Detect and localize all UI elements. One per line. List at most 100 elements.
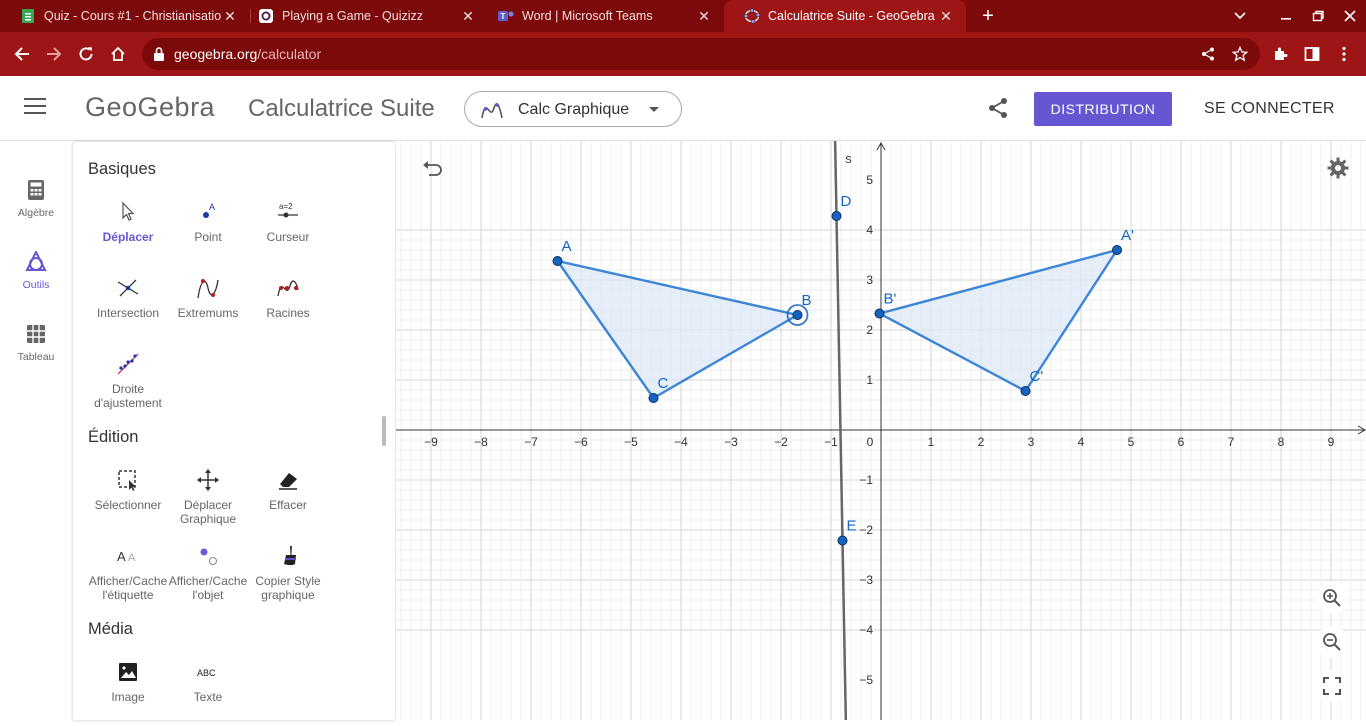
- tab-search-icon[interactable]: [1224, 0, 1256, 32]
- minimize-icon[interactable]: [1270, 0, 1302, 32]
- tool-point[interactable]: A Point: [168, 196, 248, 266]
- point-label: B': [884, 291, 897, 308]
- y-tick-label: −5: [859, 673, 873, 687]
- app-selector[interactable]: Calc Graphique: [464, 91, 682, 127]
- menu-icon[interactable]: [24, 98, 46, 116]
- best-fit-line-icon: [117, 353, 139, 375]
- panel-scrollbar[interactable]: [382, 416, 386, 446]
- rail-item-tools[interactable]: Outils: [0, 245, 72, 305]
- y-tick-label: 5: [866, 173, 873, 187]
- y-tick-label: −1: [859, 473, 873, 487]
- y-tick-label: 3: [866, 273, 873, 287]
- tool-label: Afficher/Cache l'objet: [168, 574, 248, 602]
- browser-tab[interactable]: Playing a Game - Quizizz ✕: [238, 0, 488, 32]
- tool-show-hide-object[interactable]: Afficher/Cache l'objet: [168, 540, 248, 610]
- bookmark-star-icon[interactable]: [1232, 46, 1248, 62]
- tool-move[interactable]: Déplacer: [88, 196, 168, 266]
- tool-intersection[interactable]: Intersection: [88, 272, 168, 342]
- point-icon: A: [203, 202, 215, 218]
- show-hide-object-icon: [200, 548, 217, 565]
- browser-tab[interactable]: T Word | Microsoft Teams ✕: [478, 0, 724, 32]
- graph-canvas[interactable]: −9 −8 −7 −6 −5 −4 −3 −2 −1 0 1 2 3 4 5 6 7 8 9 5 4 3 2 1 −1 −2 −3 −…: [396, 141, 1366, 720]
- quizizz-icon: [258, 8, 274, 24]
- tool-image[interactable]: Image: [88, 656, 168, 726]
- rail-item-table[interactable]: Tableau: [0, 317, 72, 377]
- calculator-icon: [28, 180, 44, 200]
- svg-text:A: A: [117, 549, 126, 564]
- x-tick-label: 2: [978, 435, 985, 449]
- url-host: geogebra.org: [174, 46, 258, 62]
- tab-title: Quiz - Cours #1 - Christianisatio: [44, 9, 222, 23]
- geogebra-icon: [744, 8, 760, 24]
- restore-icon[interactable]: [1302, 0, 1334, 32]
- extremum-icon: [197, 279, 219, 299]
- browser-tab-active[interactable]: Calculatrice Suite - GeoGebra ✕: [724, 0, 966, 32]
- tool-copy-style[interactable]: Copier Style graphique: [248, 540, 328, 610]
- x-tick-label: 5: [1128, 435, 1135, 449]
- tools-panel: Basiques Déplacer A Point a=2 Curseur In…: [73, 142, 395, 720]
- close-icon[interactable]: ✕: [222, 8, 238, 24]
- table-icon: [27, 325, 45, 343]
- tool-select[interactable]: Sélectionner: [88, 464, 168, 534]
- url-path: /calculator: [257, 46, 322, 62]
- address-bar: geogebra.org/calculator: [0, 32, 1366, 76]
- new-tab-button[interactable]: +: [976, 4, 1000, 28]
- reload-icon[interactable]: [73, 41, 99, 67]
- svg-text:A: A: [128, 552, 136, 564]
- url-field[interactable]: geogebra.org/calculator: [142, 38, 1260, 70]
- roots-icon: [277, 280, 299, 297]
- move-cursor-icon: [122, 201, 135, 221]
- tool-extremum[interactable]: Extremums: [168, 272, 248, 342]
- share-page-icon[interactable]: [1200, 46, 1216, 62]
- fullscreen-button[interactable]: [1316, 670, 1348, 702]
- graphics-view[interactable]: −9 −8 −7 −6 −5 −4 −3 −2 −1 0 1 2 3 4 5 6 7 8 9 5 4 3 2 1 −1 −2 −3 −…: [396, 141, 1366, 720]
- geogebra-logo[interactable]: GeoGebra: [85, 92, 215, 123]
- tool-label: Texte: [193, 690, 223, 704]
- back-icon[interactable]: [9, 41, 35, 67]
- undo-icon[interactable]: [420, 156, 444, 180]
- close-window-icon[interactable]: [1334, 0, 1366, 32]
- home-icon[interactable]: [105, 41, 131, 67]
- y-tick-label: 1: [866, 373, 873, 387]
- point: [792, 310, 803, 320]
- tool-slider[interactable]: a=2 Curseur: [248, 196, 328, 266]
- tool-label: Racines: [266, 306, 310, 320]
- tool-show-hide-label[interactable]: AA Afficher/Cache l'étiquette: [88, 540, 168, 610]
- browser-tab[interactable]: Quiz - Cours #1 - Christianisatio ✕: [0, 0, 250, 32]
- rail-item-algebra[interactable]: Algèbre: [0, 173, 72, 233]
- browser-menu-icon[interactable]: [1331, 41, 1357, 67]
- point-label: D: [841, 193, 852, 210]
- zoom-in-button[interactable]: [1316, 582, 1348, 614]
- share-icon[interactable]: [986, 96, 1010, 120]
- tool-roots[interactable]: Racines: [248, 272, 328, 342]
- tool-best-fit-line[interactable]: Droite d'ajustement: [88, 348, 168, 428]
- distribution-button[interactable]: DISTRIBUTION: [1034, 92, 1172, 126]
- teams-icon: T: [498, 8, 514, 24]
- x-tick-label: −8: [474, 435, 488, 449]
- close-icon[interactable]: ✕: [696, 8, 712, 24]
- gear-icon[interactable]: [1326, 156, 1350, 180]
- close-icon[interactable]: ✕: [938, 8, 954, 24]
- x-tick-label: 8: [1278, 435, 1285, 449]
- y-tick-label: −3: [859, 573, 873, 587]
- tool-eraser[interactable]: Effacer: [248, 464, 328, 534]
- intersection-icon: [117, 279, 139, 297]
- rail-item-label: Outils: [22, 279, 50, 291]
- slider-icon: a=2: [278, 202, 298, 218]
- y-tick-label: 4: [866, 223, 873, 237]
- close-icon[interactable]: ✕: [460, 8, 476, 24]
- line-label: s: [845, 151, 852, 166]
- tool-label: Effacer: [269, 498, 307, 512]
- tool-label: Extremums: [177, 306, 239, 320]
- forward-icon[interactable]: [41, 41, 67, 67]
- side-panel-icon[interactable]: [1299, 41, 1325, 67]
- zoom-out-button[interactable]: [1316, 626, 1348, 658]
- sign-in-button[interactable]: SE CONNECTER: [1204, 100, 1335, 118]
- x-tick-label: 9: [1328, 435, 1335, 449]
- app-selector-label: Calc Graphique: [518, 101, 630, 118]
- tool-move-graphics[interactable]: Déplacer Graphique: [168, 464, 248, 534]
- extensions-icon[interactable]: [1267, 41, 1293, 67]
- browser-tab-bar: Quiz - Cours #1 - Christianisatio ✕ Play…: [0, 0, 1366, 32]
- tool-label: Afficher/Cache l'étiquette: [88, 574, 168, 602]
- tool-text[interactable]: ABC Texte: [168, 656, 248, 726]
